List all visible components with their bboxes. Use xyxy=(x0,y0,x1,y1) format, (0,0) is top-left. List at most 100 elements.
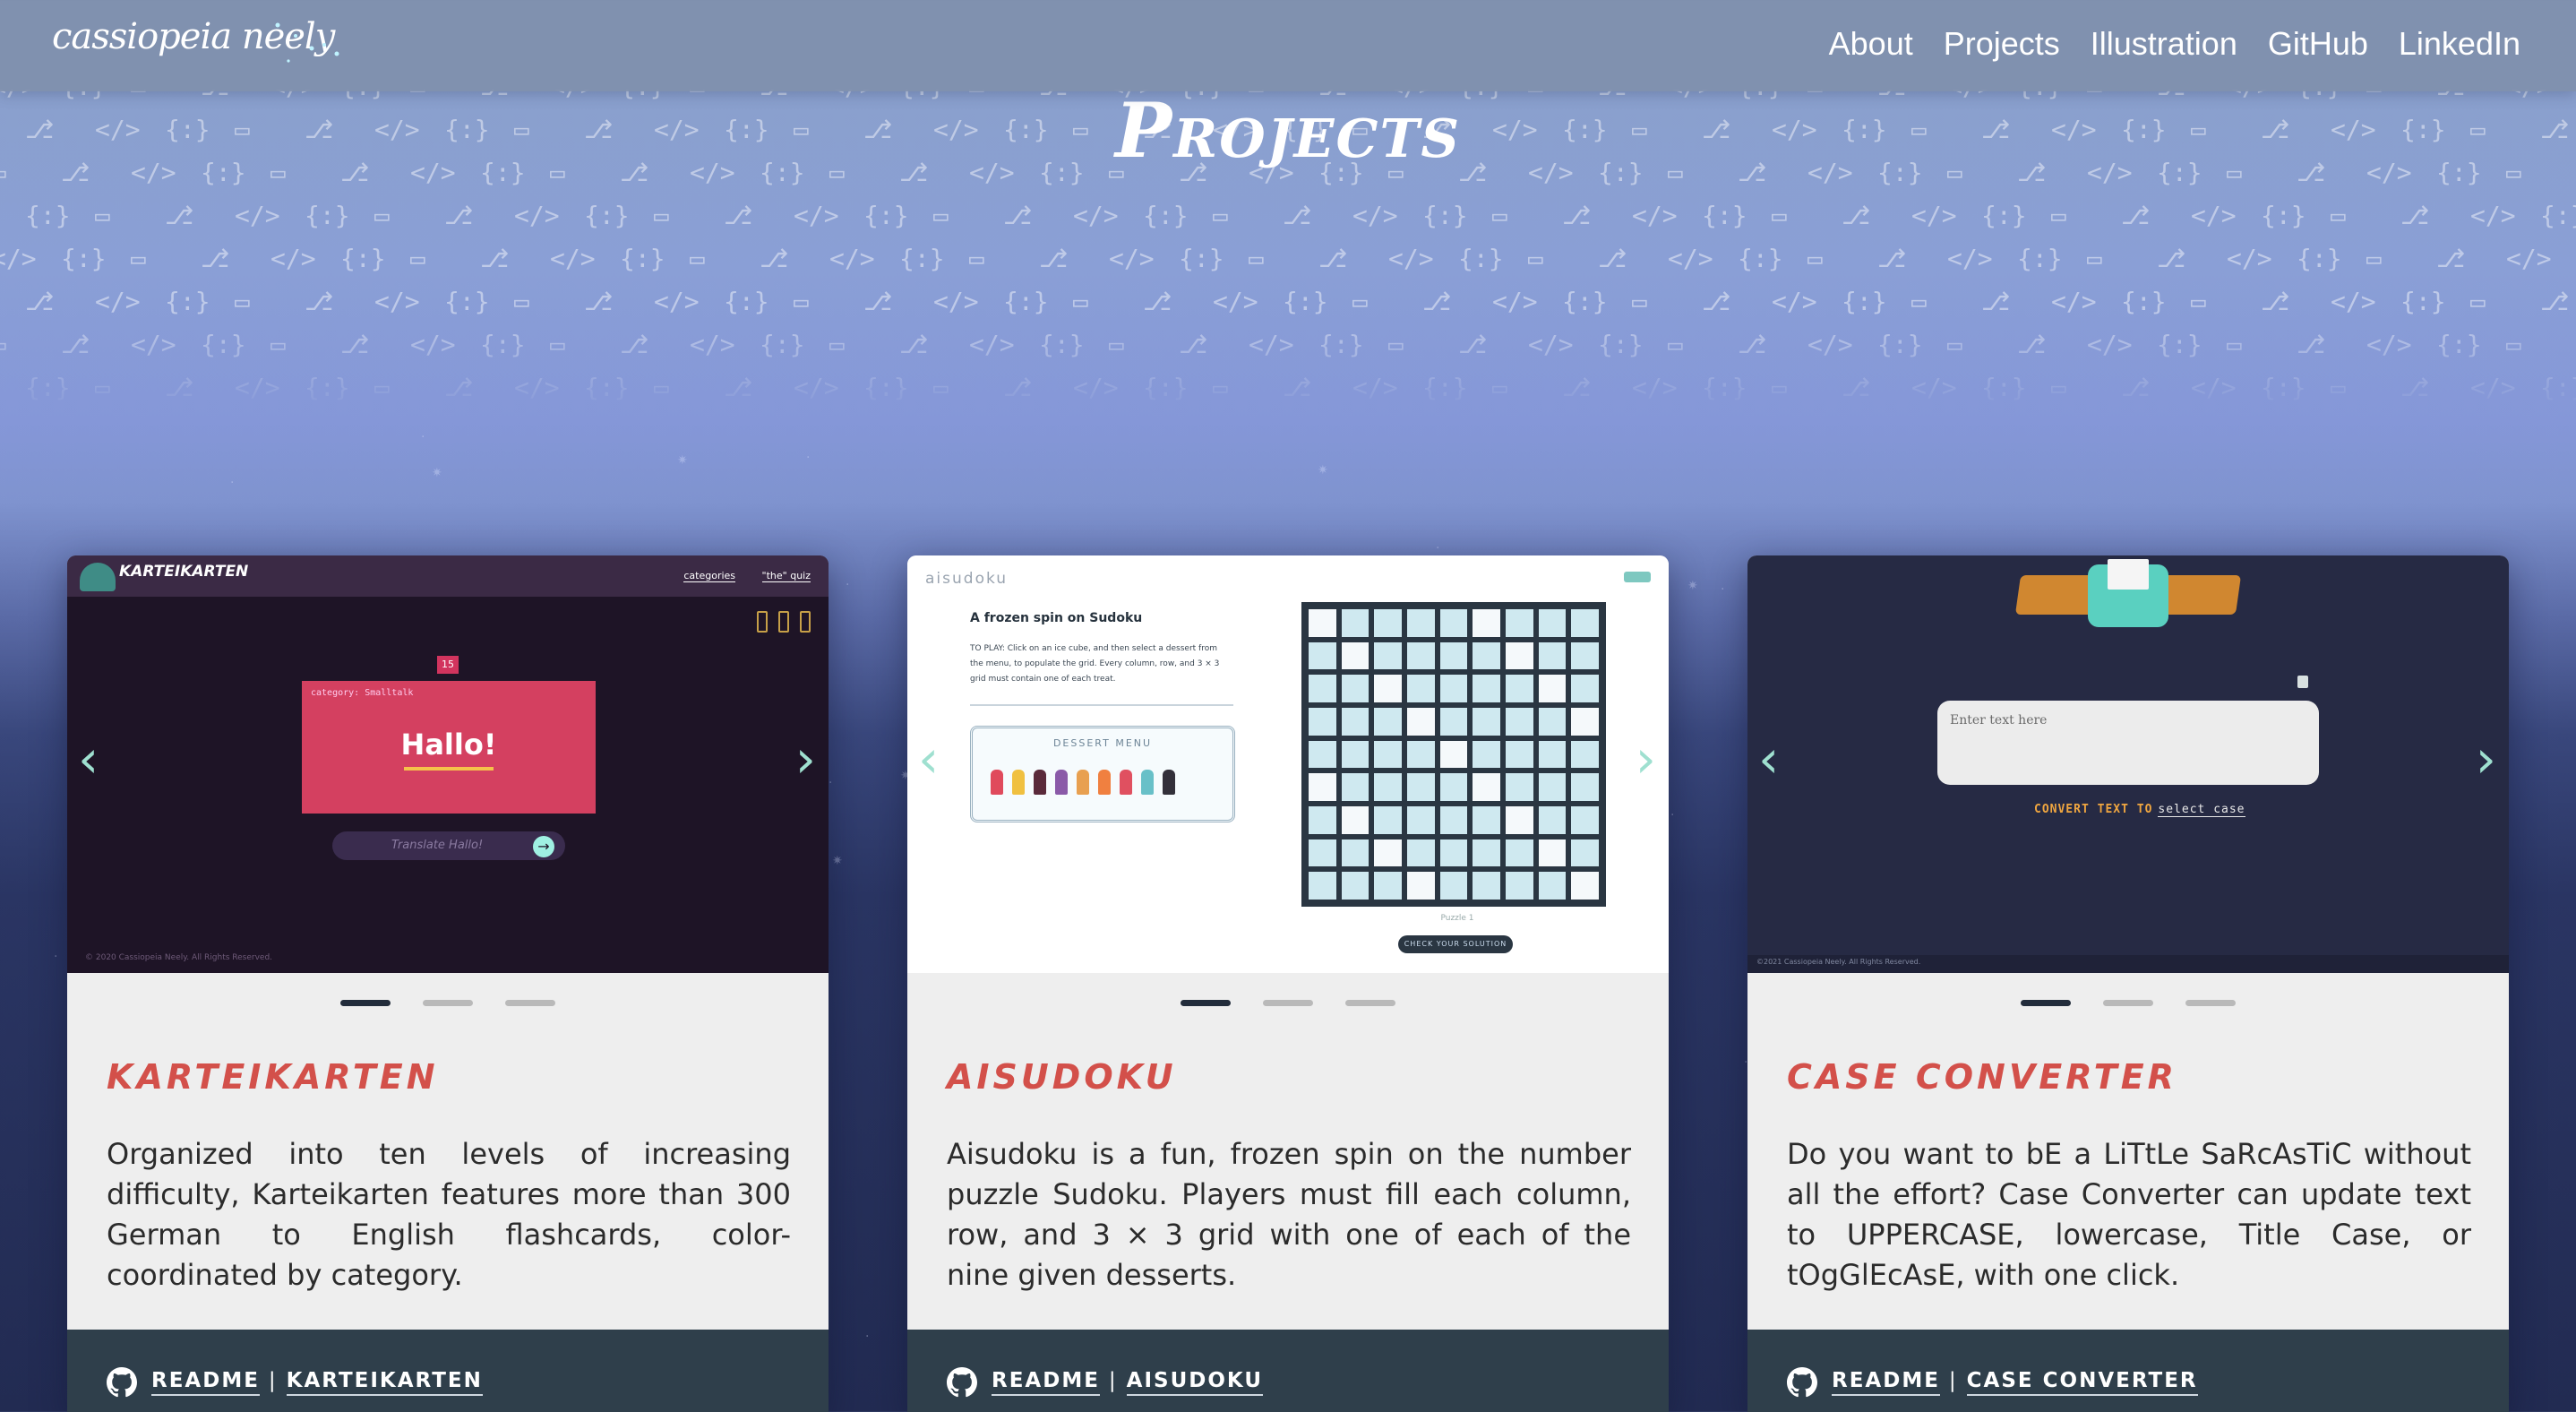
pattern-glyph: ▭ xyxy=(550,330,565,359)
pattern-glyph: {:} xyxy=(724,287,769,316)
sudoku-cell xyxy=(1374,773,1402,801)
project-card-karteikarten: KARTEIKARTEN categories "the" quiz 15 ca… xyxy=(67,555,829,1412)
pattern-glyph: ▭ xyxy=(1528,244,1543,273)
carousel-dot-2[interactable] xyxy=(2103,1000,2153,1006)
pattern-glyph: ▭ xyxy=(2470,287,2486,316)
pattern-glyph: ⎇ xyxy=(25,287,55,316)
pattern-glyph: </> xyxy=(1772,287,1817,316)
pattern-glyph: {:} xyxy=(340,244,386,273)
pattern-glyph: {:} xyxy=(2121,287,2167,316)
carousel-next-button[interactable]: › xyxy=(1636,733,1656,785)
carousel-prev-button[interactable]: ‹ xyxy=(78,733,99,785)
sudoku-cell xyxy=(1406,872,1435,900)
readme-link[interactable]: README xyxy=(1832,1369,1940,1396)
sudoku-cell xyxy=(1439,805,1468,834)
pattern-glyph: ▭ xyxy=(374,201,390,230)
nav-illustration[interactable]: Illustration xyxy=(2091,25,2237,63)
carousel-dot-3[interactable] xyxy=(1345,1000,1395,1006)
carousel-next-button[interactable]: › xyxy=(795,733,816,785)
sudoku-cell xyxy=(1571,609,1599,637)
pattern-glyph: {:} xyxy=(2017,244,2063,273)
star-dot: · xyxy=(865,1330,870,1344)
carousel-dot-3[interactable] xyxy=(505,1000,555,1006)
pattern-glyph: {:} xyxy=(1179,244,1224,273)
pattern-glyph: ▭ xyxy=(794,287,809,316)
sudoku-cell xyxy=(1505,872,1533,900)
carousel-next-button[interactable]: › xyxy=(2476,733,2496,785)
sudoku-cell xyxy=(1505,675,1533,702)
aisudoku-screenshot: aisudoku A frozen spin on Sudoku TO PLAY… xyxy=(907,555,1669,973)
star-dot: · xyxy=(1436,541,1440,555)
project-carousel: Enter text here CONVERT TEXT TO select ca… xyxy=(1747,555,2509,973)
nav-linkedin[interactable]: LinkedIn xyxy=(2399,25,2520,63)
pattern-glyph: </> xyxy=(933,287,979,316)
repo-link[interactable]: AISUDOKU xyxy=(1126,1369,1264,1396)
pattern-glyph: ⎇ xyxy=(305,287,334,316)
pattern-glyph: ⎇ xyxy=(1179,330,1208,359)
nav-projects[interactable]: Projects xyxy=(1944,25,2060,63)
carousel-dot-3[interactable] xyxy=(2185,1000,2236,1006)
pattern-glyph: {:} xyxy=(305,201,350,230)
typewriter-icon xyxy=(2088,559,2168,627)
sudoku-grid xyxy=(1301,602,1606,907)
pattern-glyph: ▭ xyxy=(1213,201,1228,230)
dessert-options xyxy=(991,770,1175,795)
repo-link[interactable]: CASE CONVERTER xyxy=(1966,1369,2198,1396)
project-links: README | KARTEIKARTEN xyxy=(151,1369,483,1396)
pattern-glyph: {:} xyxy=(1318,330,1364,359)
pattern-glyph: {:} xyxy=(1598,330,1644,359)
pattern-glyph: ▭ xyxy=(2506,330,2521,359)
carousel-indicators xyxy=(1747,1000,2509,1006)
carousel-dot-1[interactable] xyxy=(1181,1000,1231,1006)
pattern-glyph: </> xyxy=(794,201,839,230)
pattern-glyph: ▭ xyxy=(1109,330,1124,359)
pattern-glyph: ⎇ xyxy=(1738,330,1767,359)
pattern-glyph: ▭ xyxy=(270,330,286,359)
pattern-glyph: ▭ xyxy=(1947,330,1962,359)
link-separator: | xyxy=(268,1369,278,1392)
sudoku-cell xyxy=(1341,641,1370,670)
sudoku-cell xyxy=(1571,773,1599,801)
pattern-glyph: </> xyxy=(2087,330,2133,359)
carousel-dot-1[interactable] xyxy=(2021,1000,2071,1006)
pattern-glyph: {:} xyxy=(25,201,71,230)
readme-link[interactable]: README xyxy=(151,1369,260,1396)
sudoku-cell xyxy=(1406,740,1435,769)
carousel-dot-2[interactable] xyxy=(1263,1000,1313,1006)
github-icon xyxy=(1787,1367,1817,1398)
pattern-glyph: {:} xyxy=(1003,287,1049,316)
pattern-glyph: </> xyxy=(2470,373,2516,402)
carousel-dot-2[interactable] xyxy=(423,1000,473,1006)
pattern-glyph: ▭ xyxy=(410,244,425,273)
sudoku-cell xyxy=(1439,707,1468,736)
repo-link[interactable]: KARTEIKARTEN xyxy=(286,1369,483,1396)
pattern-glyph: ▭ xyxy=(1213,373,1228,402)
sudoku-cell xyxy=(1538,707,1567,736)
pattern-glyph: ▭ xyxy=(2087,244,2102,273)
readme-link[interactable]: README xyxy=(992,1369,1100,1396)
sudoku-cell xyxy=(1473,839,1500,867)
app-brand: KARTEIKARTEN xyxy=(119,563,249,581)
sudoku-cell xyxy=(1538,773,1567,801)
pattern-glyph: </> xyxy=(235,373,280,402)
nav-github[interactable]: GitHub xyxy=(2268,25,2368,63)
star-dot: · xyxy=(846,578,850,592)
nav-about[interactable]: About xyxy=(1829,25,1913,63)
pattern-glyph: ⎇ xyxy=(1283,201,1312,230)
pattern-glyph: ▭ xyxy=(829,330,845,359)
pattern-glyph: </> xyxy=(514,373,560,402)
pattern-glyph: {:} xyxy=(1143,373,1189,402)
pattern-glyph: ▭ xyxy=(0,330,6,359)
pattern-glyph: ▭ xyxy=(1807,244,1823,273)
check-solution-button: CHECK YOUR SOLUTION xyxy=(1398,935,1513,953)
pattern-glyph: ▭ xyxy=(131,244,146,273)
pattern-glyph: ▭ xyxy=(95,373,110,402)
carousel-prev-button[interactable]: ‹ xyxy=(918,733,939,785)
pattern-glyph: </> xyxy=(2227,244,2272,273)
pattern-glyph: ⎇ xyxy=(1702,287,1731,316)
carousel-dot-1[interactable] xyxy=(340,1000,391,1006)
sudoku-cell xyxy=(1309,707,1336,736)
pattern-glyph: {:} xyxy=(2261,201,2306,230)
carousel-prev-button[interactable]: ‹ xyxy=(1758,733,1779,785)
pattern-glyph: ⎇ xyxy=(2400,201,2430,230)
